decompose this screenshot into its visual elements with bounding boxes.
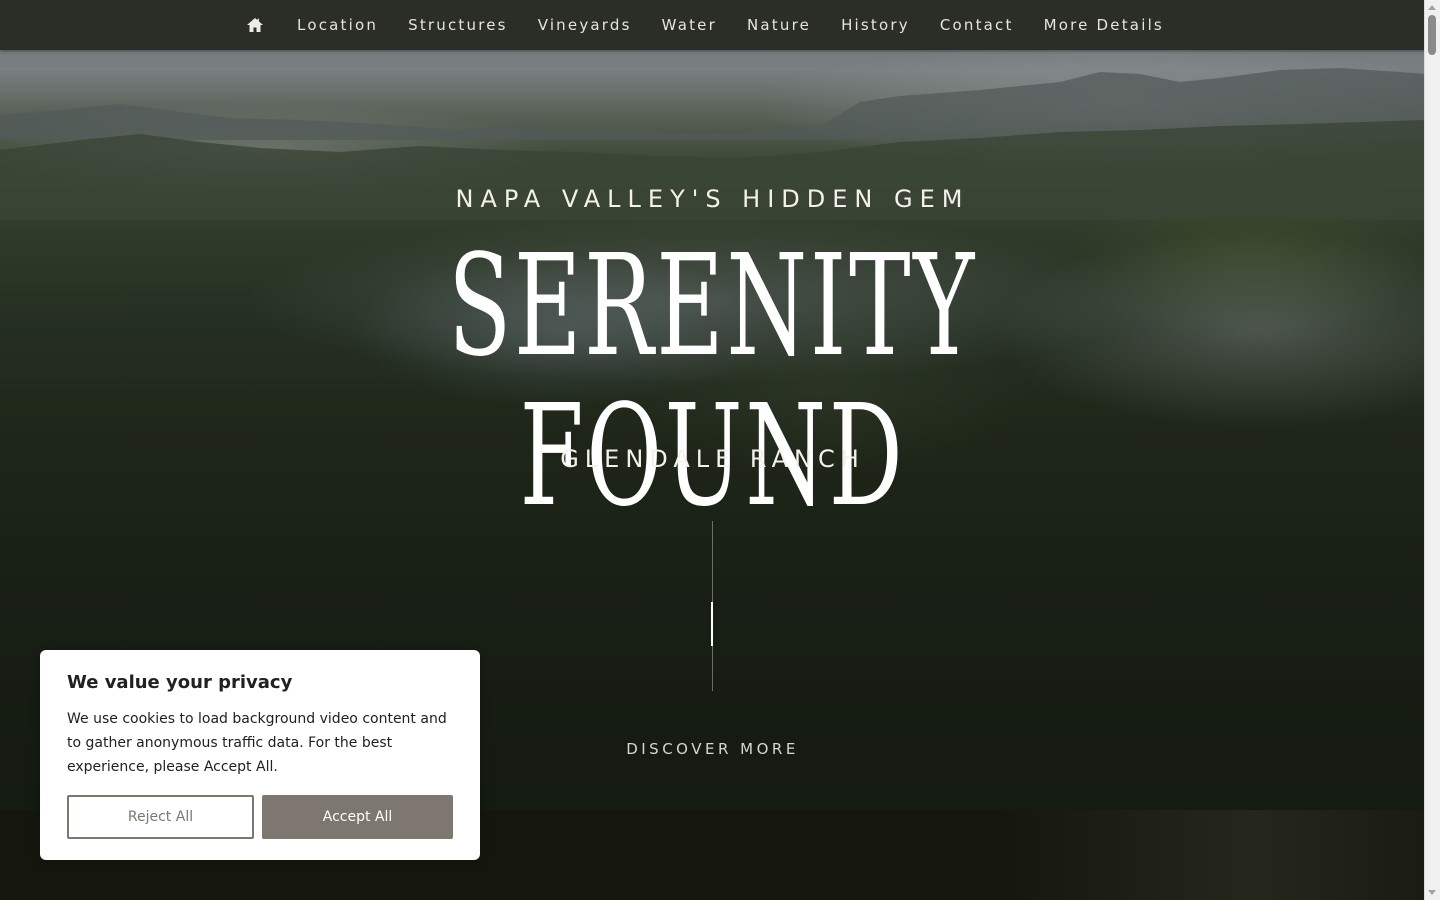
nav-link-nature[interactable]: Nature (747, 16, 811, 34)
nav-link-contact[interactable]: Contact (940, 16, 1014, 34)
nav-link-location[interactable]: Location (297, 16, 378, 34)
cookie-banner-title: We value your privacy (67, 672, 293, 693)
cookie-banner-actions: Reject All Accept All (67, 795, 453, 839)
scroll-down-arrow-icon[interactable] (1428, 890, 1436, 895)
hero-subtitle: GLENDALE RANCH (560, 445, 865, 473)
top-navigation: Location Structures Vineyards Water Natu… (0, 0, 1425, 50)
nav-link-structures[interactable]: Structures (408, 16, 508, 34)
scrollbar-thumb[interactable] (1428, 15, 1436, 55)
cookie-consent-banner: We value your privacy We use cookies to … (40, 650, 480, 860)
home-icon[interactable] (246, 17, 264, 33)
page-scrollbar[interactable] (1424, 0, 1440, 900)
hero-eyebrow: NAPA VALLEY'S HIDDEN GEM (455, 185, 970, 213)
nav-link-vineyards[interactable]: Vineyards (538, 16, 632, 34)
nav-link-more-details[interactable]: More Details (1044, 16, 1164, 34)
cookie-banner-text: We use cookies to load background video … (67, 711, 447, 775)
page: Location Structures Vineyards Water Natu… (0, 0, 1440, 900)
scroll-up-arrow-icon[interactable] (1428, 5, 1436, 10)
nav-link-history[interactable]: History (841, 16, 910, 34)
accept-all-button[interactable]: Accept All (262, 795, 453, 839)
nav-link-water[interactable]: Water (662, 16, 717, 34)
hero-headline-text: SERENITY FOUND (448, 225, 977, 538)
scroll-indicator (711, 602, 713, 646)
hero-headline: SERENITY FOUND (0, 232, 1425, 532)
reject-all-button[interactable]: Reject All (67, 795, 254, 839)
